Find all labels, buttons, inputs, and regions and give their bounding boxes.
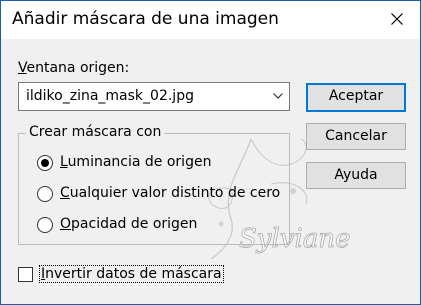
close-icon [391,13,403,25]
option-luminance-label: Luminancia de origen [60,154,212,170]
option-source-opacity-label: Opacidad de origen [60,216,198,232]
source-window-label: Ventana origen: [18,60,130,76]
source-window-dropdown[interactable]: ildiko_zina_mask_02.jpg [18,82,290,111]
option-any-nonzero-label: Cualquier valor distinto de cero [60,185,281,201]
radio-source-opacity[interactable] [37,217,53,233]
cancel-button[interactable]: Cancelar [306,123,406,150]
dialog-title: Añadir máscara de una imagen [12,9,279,29]
help-button[interactable]: Ayuda [306,162,406,189]
dialog-window: Añadir máscara de una imagen Sylviane Ve… [0,0,421,305]
invert-mask-checkbox[interactable] [18,267,33,282]
accept-button[interactable]: Aceptar [306,83,406,112]
close-button[interactable] [374,1,420,37]
source-window-value: ildiko_zina_mask_02.jpg [26,88,194,104]
invert-mask-label: Invertir datos de máscara [39,265,224,283]
mask-source-legend: Crear máscara con [26,124,165,140]
radio-any-nonzero[interactable] [37,186,53,202]
radio-luminance[interactable] [37,155,53,171]
title-bar: Añadir máscara de una imagen [1,1,420,39]
chevron-down-icon [273,93,283,99]
